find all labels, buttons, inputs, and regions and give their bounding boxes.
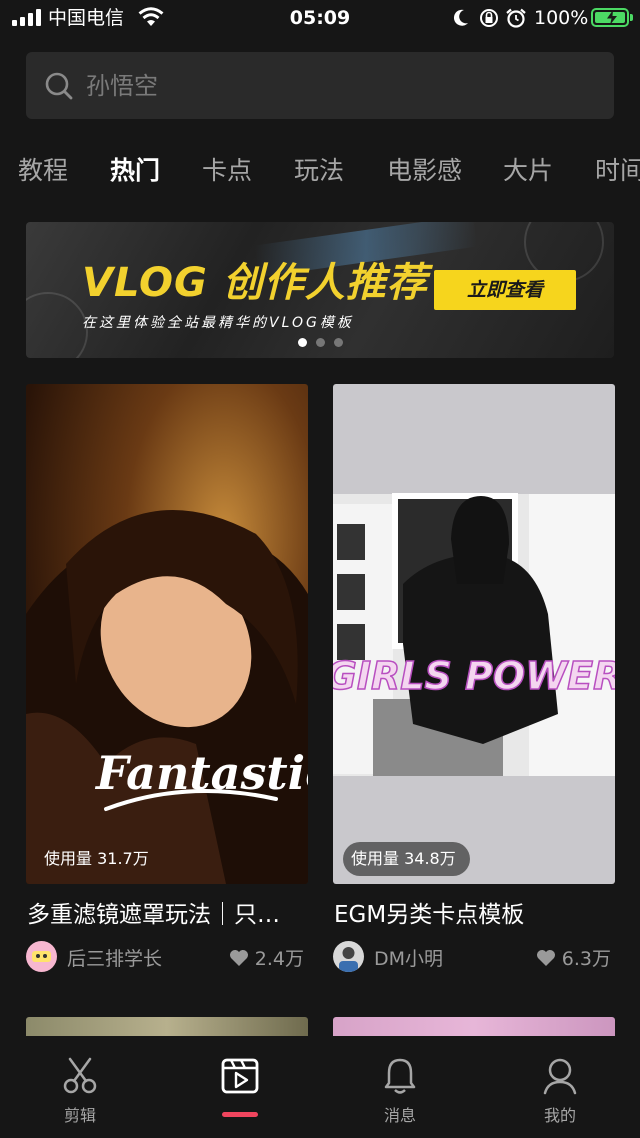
battery-icon: [591, 8, 629, 27]
portrait-photo: Fantastic!: [26, 510, 308, 884]
pagination-dot[interactable]: [316, 338, 325, 347]
battery-percent: 100%: [534, 7, 589, 29]
like-count[interactable]: 6.3万: [536, 944, 611, 971]
like-count[interactable]: 2.4万: [229, 944, 304, 971]
banner-subtitle: 在这里体验全站最精华的VLOG模板: [82, 315, 354, 331]
banner-title: VLOG 创作人推荐: [82, 260, 428, 306]
status-bar: 中国电信 05:09 100%: [0, 0, 640, 36]
heart-icon: [229, 949, 248, 966]
nav-messages[interactable]: 消息: [340, 1036, 460, 1136]
moon-icon: [453, 9, 468, 26]
bell-icon: [384, 1058, 416, 1094]
author-name[interactable]: 后三排学长: [67, 944, 162, 971]
author-row: DM小明 6.3万: [333, 940, 615, 974]
avatar[interactable]: [26, 941, 57, 972]
tab-hot[interactable]: 热门: [110, 156, 160, 186]
template-card[interactable]: GIRLS POWER 使用量 34.8万 EGM另类卡点模板 DM小明 6.3…: [333, 384, 615, 972]
alarm-icon: [506, 8, 526, 28]
template-title[interactable]: EGM另类卡点模板: [334, 900, 616, 930]
search-input[interactable]: [86, 52, 586, 119]
usage-count: 使用量 31.7万: [44, 849, 149, 868]
template-thumbnail[interactable]: Fantastic! 使用量 31.7万: [26, 384, 308, 884]
tab-tutorial[interactable]: 教程: [18, 156, 68, 186]
tab-time[interactable]: 时间: [595, 156, 640, 186]
avatar[interactable]: [333, 941, 364, 972]
template-card-thumbnail-partial[interactable]: [26, 1017, 308, 1037]
usage-count: 使用量 34.8万: [343, 842, 470, 876]
nav-profile[interactable]: 我的: [500, 1036, 620, 1136]
category-tabs: 教程 热门 卡点 玩法 电影感 大片 时间: [0, 148, 640, 198]
pagination-dot[interactable]: [298, 338, 307, 347]
overlay-caption: GIRLS POWER: [333, 654, 615, 698]
template-icon: [221, 1058, 259, 1094]
portrait-photo: GIRLS POWER: [333, 493, 615, 776]
banner-pagination: [298, 338, 343, 347]
nav-label: 我的: [543, 1106, 576, 1125]
banner-view-button[interactable]: 立即查看: [434, 270, 576, 310]
author-row: 后三排学长 2.4万: [26, 940, 308, 974]
promo-banner[interactable]: VLOG 创作人推荐 在这里体验全站最精华的VLOG模板 立即查看: [26, 222, 614, 358]
search-icon: [45, 72, 73, 100]
tab-beat-sync[interactable]: 卡点: [202, 156, 252, 186]
tab-cinematic[interactable]: 电影感: [387, 156, 462, 186]
nav-label: 消息: [383, 1106, 416, 1125]
tab-gameplay[interactable]: 玩法: [294, 156, 344, 186]
heart-icon: [536, 949, 555, 966]
template-card-thumbnail-partial[interactable]: [333, 1017, 615, 1037]
rotation-lock-icon: [480, 9, 498, 27]
template-title[interactable]: 多重滤镜遮罩玩法｜只…: [27, 900, 309, 930]
active-tab-indicator: [222, 1112, 258, 1117]
profile-icon: [543, 1058, 577, 1095]
pagination-dot[interactable]: [334, 338, 343, 347]
template-card[interactable]: Fantastic! 使用量 31.7万 多重滤镜遮罩玩法｜只… 后三排学长 2…: [26, 384, 308, 972]
scissors-icon: [63, 1057, 97, 1094]
template-thumbnail[interactable]: GIRLS POWER 使用量 34.8万: [333, 384, 615, 884]
author-name[interactable]: DM小明: [374, 944, 443, 971]
search-bar[interactable]: [26, 52, 614, 119]
nav-label: 剪辑: [63, 1106, 96, 1125]
nav-edit[interactable]: 剪辑: [20, 1036, 140, 1136]
bottom-navigation: 剪辑 消息 我的: [0, 1036, 640, 1138]
tab-blockbuster[interactable]: 大片: [503, 156, 553, 186]
nav-templates[interactable]: [180, 1036, 300, 1136]
